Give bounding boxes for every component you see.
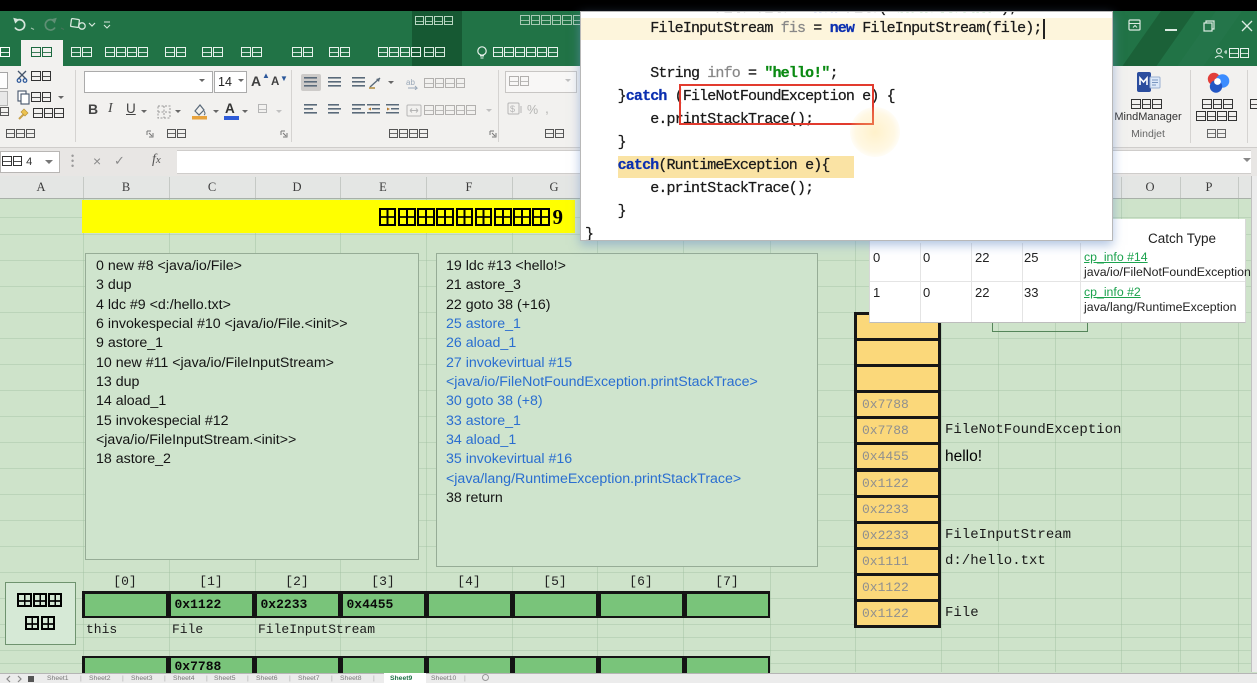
svg-text:ab: ab (406, 78, 415, 87)
svg-text:$: $ (510, 104, 515, 114)
